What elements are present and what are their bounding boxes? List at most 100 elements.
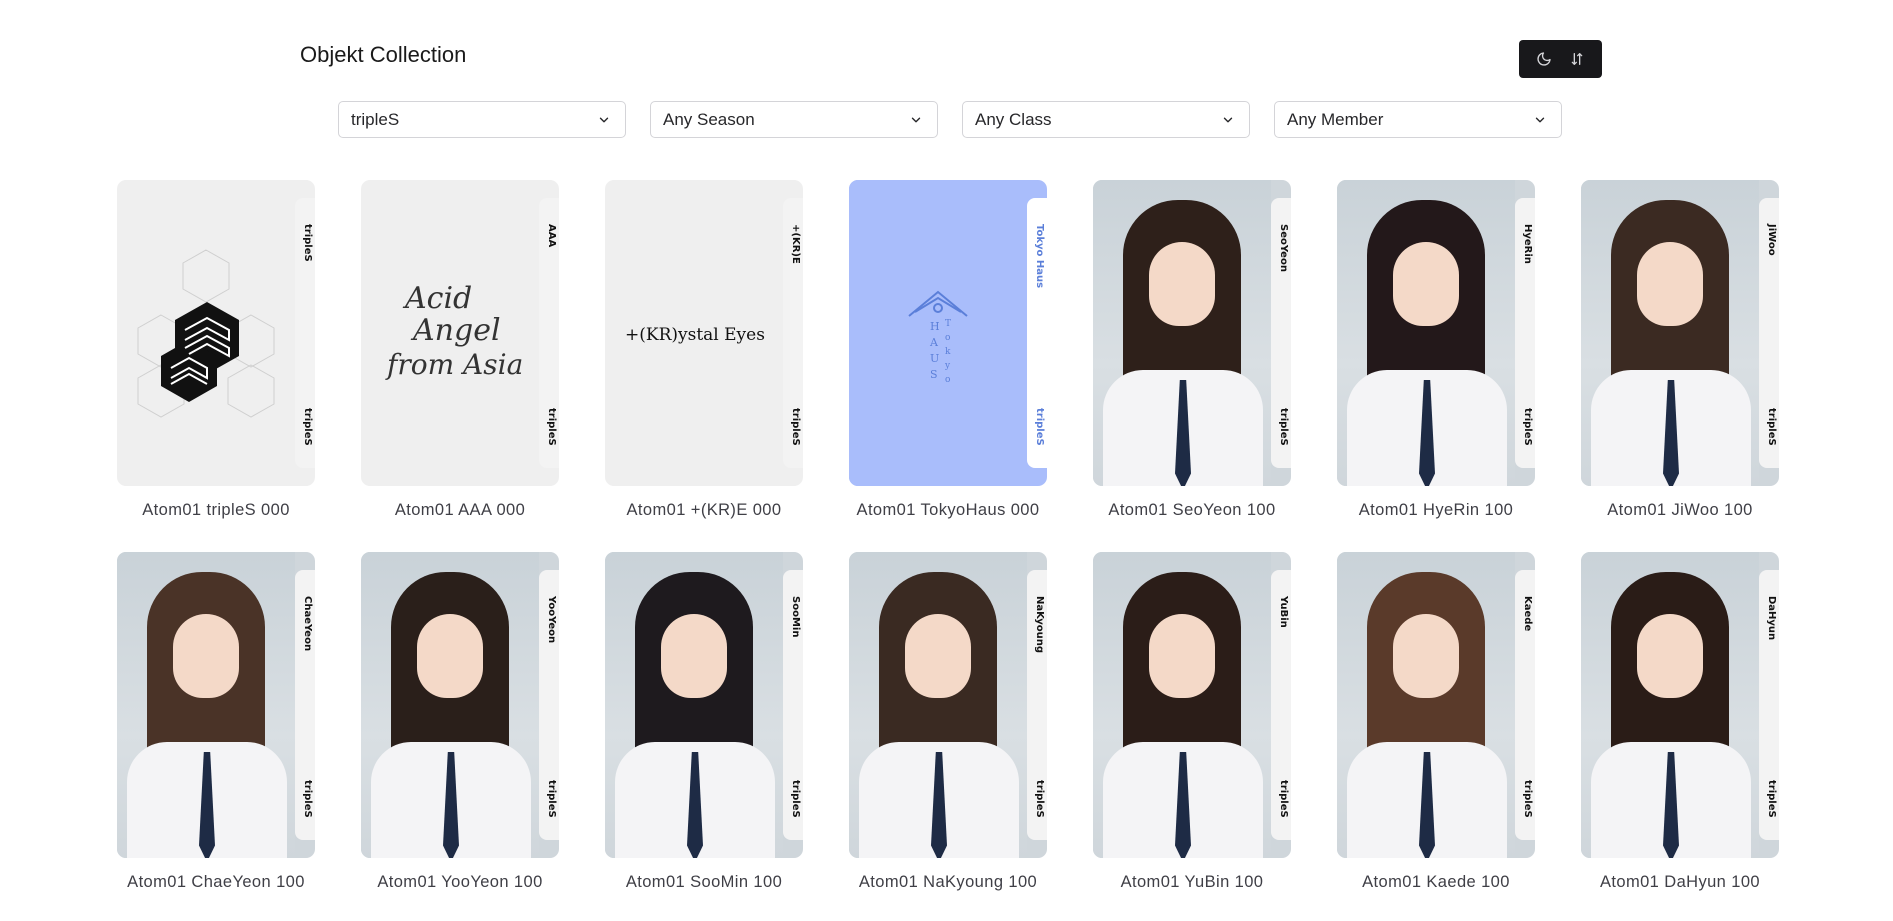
objekt-card[interactable]: NaKyoung tripleS Atom01 NaKyoung 100 [849, 552, 1047, 921]
strip-member-label: JiWoo [1766, 224, 1777, 256]
member-photo [1581, 552, 1759, 858]
aaa-script-logo: AcidAngelfrom Asia [385, 281, 523, 381]
strip-artist-label: tripleS [546, 408, 557, 446]
page-title: Objekt Collection [300, 42, 467, 67]
svg-text:k: k [945, 347, 951, 357]
member-photo [1093, 180, 1271, 486]
objekt-card[interactable]: SeoYeon tripleS Atom01 SeoYeon 100 [1093, 180, 1291, 552]
strip-member-label: Kaede [1522, 596, 1533, 632]
objekt-grid: tripleS tripleS Atom01 tripleS 000 Acid Ange… [117, 180, 1779, 921]
objekt-image: HyeRin tripleS [1337, 180, 1535, 486]
svg-text:U: U [930, 352, 939, 365]
member-photo [849, 552, 1027, 858]
strip-member-label: Tokyo Haus [1034, 224, 1045, 289]
strip-artist-label: tripleS [302, 408, 313, 446]
objekt-image: +(KR)ystal Eyes +(KR)E tripleS [605, 180, 803, 486]
strip-member-label: ChaeYeon [302, 596, 313, 652]
objekt-card[interactable]: tripleS tripleS Atom01 tripleS 000 [117, 180, 315, 552]
objekt-image: Acid Angel from Asia AAA tripleS [361, 180, 559, 486]
objekt-card[interactable]: Kaede tripleS Atom01 Kaede 100 [1337, 552, 1535, 921]
svg-text:y: y [944, 361, 951, 371]
objekt-caption: Atom01 Kaede 100 [1362, 873, 1510, 891]
objekt-side-strip: JiWoo tripleS [1759, 198, 1779, 468]
objekt-side-strip: NaKyoung tripleS [1027, 570, 1047, 840]
objekt-card[interactable]: YuBin tripleS Atom01 YuBin 100 [1093, 552, 1291, 921]
objekt-caption: Atom01 YuBin 100 [1120, 873, 1264, 891]
strip-member-label: NaKyoung [1034, 596, 1045, 654]
strip-member-label: SooMin [790, 596, 801, 638]
strip-member-label: SeoYeon [1278, 224, 1289, 272]
member-photo [605, 552, 783, 858]
objekt-image: SooMin tripleS [605, 552, 803, 858]
objekt-image: H A U S To k y o Tokyo Haus tripleS [849, 180, 1047, 486]
artist-select[interactable]: tripleS [338, 101, 626, 138]
member-photo [1093, 552, 1271, 858]
objekt-side-strip: Tokyo Haus tripleS [1027, 198, 1047, 468]
sort-button[interactable] [1562, 44, 1592, 74]
objekt-card[interactable]: +(KR)ystal Eyes +(KR)E tripleS Atom01 +(KR)… [605, 180, 803, 552]
objekt-card[interactable]: JiWoo tripleS Atom01 JiWoo 100 [1581, 180, 1779, 552]
objekt-card[interactable]: SooMin tripleS Atom01 SooMin 100 [605, 552, 803, 921]
objekt-card[interactable]: H A U S To k y o Tokyo Haus tripleS Atom01 TokyoHa… [849, 180, 1047, 552]
strip-member-label: AAA [546, 224, 557, 248]
chevron-down-icon [911, 117, 921, 122]
strip-artist-label: tripleS [1766, 780, 1777, 818]
svg-text:Acid: Acid [402, 281, 472, 316]
objekt-side-strip: YooYeon tripleS [539, 570, 559, 840]
objekt-side-strip: tripleS tripleS [295, 198, 315, 468]
objekt-side-strip: HyeRin tripleS [1515, 198, 1535, 468]
member-select[interactable]: Any Member [1274, 101, 1562, 138]
strip-member-label: HyeRin [1522, 224, 1533, 264]
objekt-caption: Atom01 YooYeon 100 [377, 873, 543, 891]
svg-text:+(KR)ystal Eyes: +(KR)ystal Eyes [625, 325, 765, 345]
svg-text:A: A [929, 336, 939, 349]
svg-text:T: T [945, 319, 951, 329]
objekt-image: tripleS tripleS [117, 180, 315, 486]
objekt-card[interactable]: Acid Angel from Asia AAA tripleS Atom01 AAA 0… [361, 180, 559, 552]
objekt-caption: Atom01 SeoYeon 100 [1108, 501, 1276, 519]
strip-artist-label: tripleS [1278, 780, 1289, 818]
objekt-side-strip: YuBin tripleS [1271, 570, 1291, 840]
objekt-card[interactable]: YooYeon tripleS Atom01 YooYeon 100 [361, 552, 559, 921]
objekt-card[interactable]: HyeRin tripleS Atom01 HyeRin 100 [1337, 180, 1535, 552]
objekt-caption: Atom01 TokyoHaus 000 [856, 501, 1040, 519]
member-photo [117, 552, 295, 858]
objekt-image: ChaeYeon tripleS [117, 552, 315, 858]
objekt-image: YuBin tripleS [1093, 552, 1291, 858]
strip-member-label: YuBin [1278, 596, 1289, 628]
strip-artist-label: tripleS [1522, 408, 1533, 446]
season-select[interactable]: Any Season [650, 101, 938, 138]
objekt-image: JiWoo tripleS [1581, 180, 1779, 486]
chevron-down-icon [599, 117, 609, 122]
triples-logo-icon [137, 249, 275, 418]
svg-text:S: S [930, 368, 938, 381]
objekt-image: Kaede tripleS [1337, 552, 1535, 858]
theme-toggle-button[interactable] [1529, 44, 1559, 74]
objekt-caption: Atom01 SooMin 100 [625, 873, 783, 891]
strip-artist-label: tripleS [1522, 780, 1533, 818]
objekt-card[interactable]: ChaeYeon tripleS Atom01 ChaeYeon 100 [117, 552, 315, 921]
select-value: Any Season [663, 109, 755, 129]
strip-artist-label: tripleS [790, 408, 801, 446]
member-photo [1337, 552, 1515, 858]
strip-artist-label: tripleS [302, 780, 313, 818]
strip-artist-label: tripleS [546, 780, 557, 818]
objekt-image: DaHyun tripleS [1581, 552, 1779, 858]
strip-artist-label: tripleS [1034, 780, 1045, 818]
strip-artist-label: tripleS [1278, 408, 1289, 446]
objekt-caption: Atom01 tripleS 000 [142, 501, 290, 519]
objekt-side-strip: Kaede tripleS [1515, 570, 1535, 840]
objekt-side-strip: ChaeYeon tripleS [295, 570, 315, 840]
strip-member-label: tripleS [302, 224, 313, 262]
objekt-image: YooYeon tripleS [361, 552, 559, 858]
strip-artist-label: tripleS [790, 780, 801, 818]
chevron-down-icon [1535, 117, 1545, 122]
objekt-card[interactable]: DaHyun tripleS Atom01 DaHyun 100 [1581, 552, 1779, 921]
svg-text:Angel: Angel [410, 313, 501, 348]
tokyo-haus-logo: HAUSTokyo [849, 180, 1027, 486]
filter-bar: tripleS Any Season Any Class Any Member [338, 101, 1562, 138]
member-photo [1337, 180, 1515, 486]
page-header: Objekt Collection [300, 40, 1602, 80]
class-select[interactable]: Any Class [962, 101, 1250, 138]
objekt-caption: Atom01 ChaeYeon 100 [127, 873, 305, 891]
